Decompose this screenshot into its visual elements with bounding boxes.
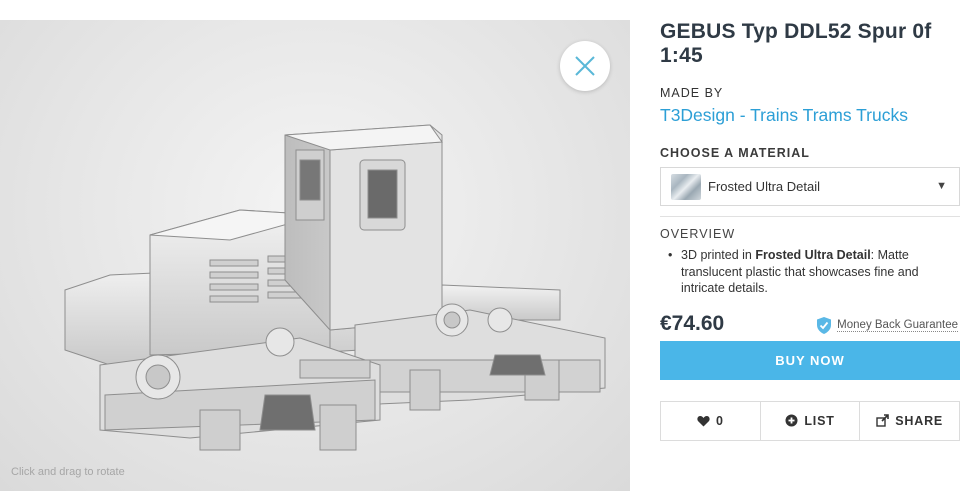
list-label: LIST	[804, 413, 835, 428]
share-button[interactable]: SHARE	[859, 401, 959, 440]
plus-circle-icon	[785, 414, 798, 427]
material-swatch	[671, 173, 701, 200]
model-viewer[interactable]: Click and drag to rotate	[0, 20, 630, 491]
material-label: CHOOSE A MATERIAL	[660, 146, 810, 160]
product-panel: GEBUS Typ DDL52 Spur 0f 1:45 MADE BY T3D…	[660, 20, 960, 441]
action-bar: 0 LIST SHARE	[660, 400, 960, 441]
buy-now-button[interactable]: BUY NOW	[660, 340, 960, 380]
maker-link[interactable]: T3Design - Trains Trams Trucks	[660, 105, 960, 126]
bullet-icon: •	[668, 248, 673, 262]
shield-check-icon	[817, 316, 832, 334]
product-title: GEBUS Typ DDL52 Spur 0f 1:45	[660, 20, 932, 67]
like-count: 0	[715, 413, 724, 428]
overview-material-name: Frosted Ultra Detail	[755, 248, 871, 262]
overview-label: OVERVIEW	[660, 227, 736, 241]
made-by-label: MADE BY	[660, 86, 724, 100]
divider	[660, 216, 960, 217]
locomotive-3d-model[interactable]	[0, 20, 630, 491]
price: €74.60	[660, 311, 725, 335]
rotate-hint: Click and drag to rotate	[11, 466, 125, 478]
share-label: SHARE	[895, 413, 944, 428]
share-icon	[876, 414, 890, 427]
overview-description: • 3D printed in Frosted Ultra Detail: Ma…	[660, 247, 960, 297]
overview-prefix: 3D printed in	[681, 248, 756, 262]
heart-icon	[697, 415, 710, 427]
like-button[interactable]: 0	[661, 402, 760, 440]
money-back-guarantee-link[interactable]: Money Back Guarantee	[815, 316, 958, 335]
close-viewer-button[interactable]	[560, 41, 610, 91]
material-select[interactable]: Frosted Ultra Detail ▼	[660, 167, 960, 206]
caret-down-icon: ▼	[936, 180, 947, 192]
price-row: €74.60 Money Back Guarantee	[660, 310, 960, 340]
close-icon	[575, 56, 595, 76]
material-selected-value: Frosted Ultra Detail	[708, 179, 820, 194]
add-to-list-button[interactable]: LIST	[759, 401, 860, 440]
guarantee-label: Money Back Guarantee	[837, 318, 958, 332]
